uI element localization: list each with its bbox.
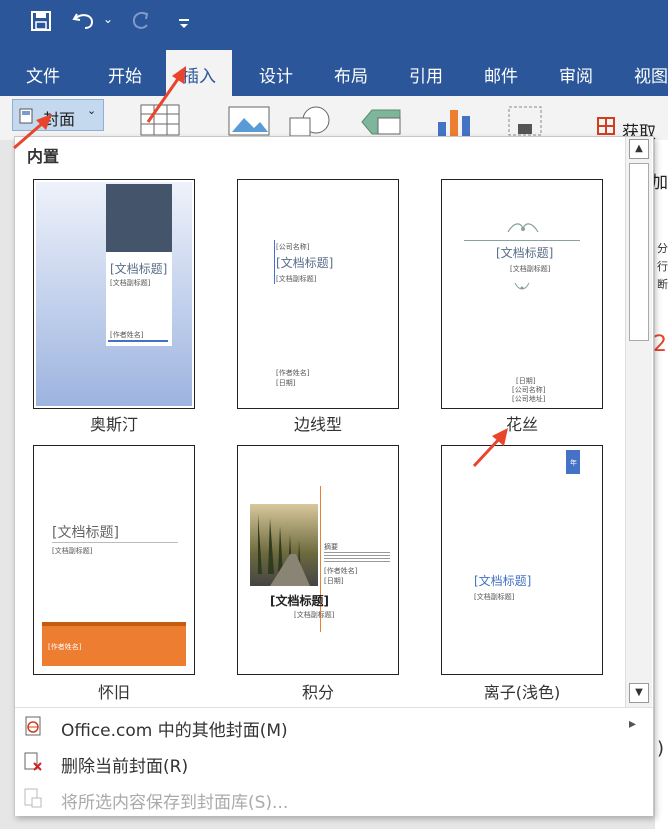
arrow-to-filigree-icon — [472, 428, 508, 468]
annotation-arrows — [13, 66, 508, 468]
arrow-to-insert-tab-icon — [146, 66, 186, 123]
arrow-to-cover-button-icon — [13, 114, 52, 150]
